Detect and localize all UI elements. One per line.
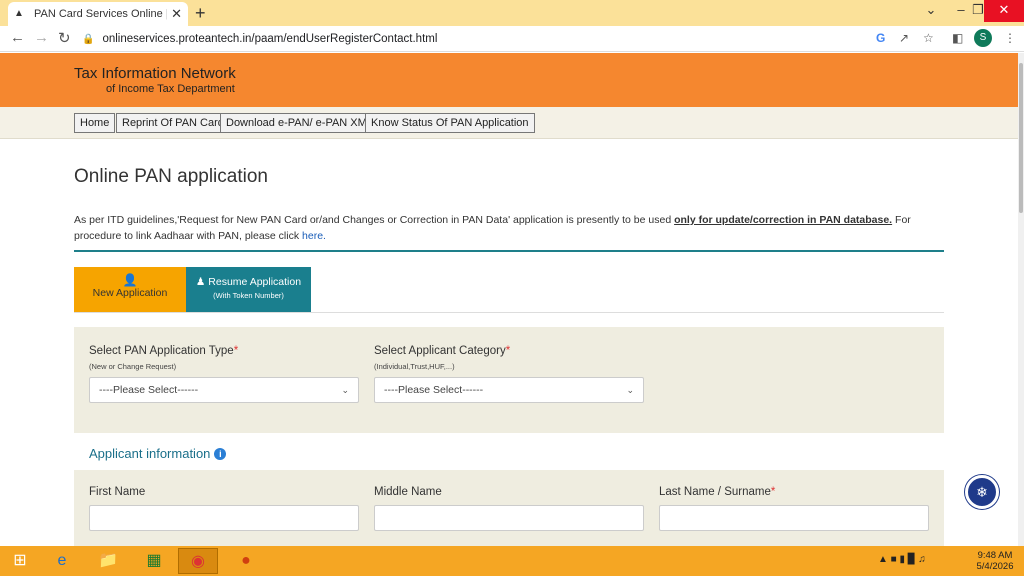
profile-avatar[interactable]: S [974,29,992,47]
site-logo-subtitle: of Income Tax Department [106,83,235,95]
category-hint: (Individual,Trust,HUF,...) [374,362,455,371]
info-icon[interactable]: i [214,448,227,460]
file-explorer-icon[interactable]: 📁 [88,548,128,574]
google-icon[interactable]: G [876,31,885,45]
middle-name-input[interactable] [374,505,644,531]
browser-toolbar: ← → ↻ 🔒 onlineservices.proteantech.in/pa… [0,26,1024,52]
app-type-label-text: Select PAN Application Type [89,345,234,357]
nav-know-status-button[interactable]: Know Status Of PAN Application [365,113,535,133]
chevron-down-icon: ⌄ [626,385,634,395]
category-label-text: Select Applicant Category [374,345,506,357]
tab-search-icon[interactable]: ⌄ [916,0,946,22]
first-name-input[interactable] [89,505,359,531]
first-name-label: First Name [89,486,146,498]
chevron-down-icon: ⌄ [341,385,349,395]
middle-name-label: Middle Name [374,486,442,498]
url-text: onlineservices.proteantech.in/paam/endUs… [102,33,438,45]
site-header: Tax Information Network of Income Tax De… [0,53,1018,107]
tab-resume-application-label: ♟ Resume Application [186,276,311,288]
lock-icon: 🔒 [82,33,95,45]
category-select[interactable]: ----Please Select------ ⌄ [374,377,644,403]
browser-tab-strip: ▲ PAN Card Services Online | Apply ✕ + ⌄… [0,0,1024,26]
scrollbar-thumb[interactable] [1019,63,1023,213]
tab-new-application[interactable]: 👤 New Application [74,267,186,312]
close-window-icon[interactable]: ✕ [984,0,1024,22]
address-bar[interactable]: 🔒 onlineservices.proteantech.in/paam/end… [82,28,862,50]
required-mark: * [233,345,239,357]
site-favicon-icon: ▲ [14,8,24,19]
notice-text-bold: only for update/correction in PAN databa… [674,214,893,226]
page-title: Online PAN application [74,166,268,187]
required-mark: * [770,486,776,498]
close-tab-icon[interactable]: ✕ [171,6,182,22]
system-tray-icons[interactable]: ▲ ■ ▮ ▉ ♫ [878,554,926,565]
internet-explorer-icon[interactable]: e [42,548,82,574]
windows-start-icon[interactable]: ⊞ [0,548,40,574]
tab-new-application-label: New Application [92,287,168,299]
last-name-label: Last Name / Surname* [659,486,775,498]
tabs-divider [74,312,944,313]
applicant-info-title-text: Applicant information [89,446,211,461]
forward-icon[interactable]: → [34,29,49,46]
aadhaar-link[interactable]: here. [302,230,326,242]
reload-icon[interactable]: ↻ [58,29,71,47]
divider [74,250,944,252]
firefox-icon[interactable]: ● [226,548,266,574]
guideline-notice: As per ITD guidelines,'Request for New P… [74,212,954,244]
category-select-value: ----Please Select------ [384,384,484,396]
app-type-hint: (New or Change Request) [89,362,177,371]
new-tab-button[interactable]: + [195,3,206,24]
app-type-label: Select PAN Application Type* [89,345,238,357]
app-type-select-value: ----Please Select------ [99,384,199,396]
application-type-panel: Select PAN Application Type* (New or Cha… [74,327,944,433]
app-type-select[interactable]: ----Please Select------ ⌄ [89,377,359,403]
tab-resume-application[interactable]: ♟ Resume Application (With Token Number) [186,267,311,312]
bookmark-star-icon[interactable]: ☆ [923,31,934,45]
user-add-icon: 👤 [122,273,138,287]
chrome-icon[interactable]: ◉ [178,548,218,574]
accessibility-widget-icon[interactable]: ❄ [965,475,999,509]
nav-download-epan-button[interactable]: Download e-PAN/ e-PAN XML [220,113,379,133]
browser-tab[interactable]: ▲ PAN Card Services Online | Apply ✕ [8,2,188,26]
resume-user-icon: ♟ [195,276,206,288]
nav-reprint-button[interactable]: Reprint Of PAN Card [116,113,230,133]
last-name-input[interactable] [659,505,929,531]
os-taskbar: ⊞ e 📁 ▦ ◉ ● ▲ ■ ▮ ▉ ♫ 9:48 AM 5/4/2026 [0,546,1024,576]
share-icon[interactable]: ↗ [899,31,909,45]
category-label: Select Applicant Category* [374,345,510,357]
applicant-info-panel: First Name Middle Name Last Name / Surna… [74,470,944,546]
last-name-label-text: Last Name / Surname [659,486,771,498]
tab-title: PAN Card Services Online | Apply [34,8,167,20]
system-clock[interactable]: 9:48 AM 5/4/2026 [970,550,1020,572]
clock-date: 5/4/2026 [976,561,1014,572]
menu-dots-icon[interactable]: ⋮ [1004,31,1016,45]
side-panel-icon[interactable]: ◧ [952,31,963,45]
back-icon[interactable]: ← [10,29,25,46]
store-icon[interactable]: ▦ [134,548,174,574]
nav-home-button[interactable]: Home [74,113,116,133]
applicant-info-title: Applicant information i [89,446,227,461]
notice-text-pre: As per ITD guidelines,'Request for New P… [74,214,675,226]
page-scrollbar[interactable] [1018,53,1024,546]
clock-time: 9:48 AM [977,550,1013,561]
tab-resume-sublabel: (With Token Number) [213,291,284,300]
site-logo-title[interactable]: Tax Information Network [74,65,236,82]
tab-resume-label-text: Resume Application [208,276,302,288]
site-nav: Home Reprint Of PAN Card Download e-PAN/… [0,107,1018,139]
required-mark: * [505,345,511,357]
